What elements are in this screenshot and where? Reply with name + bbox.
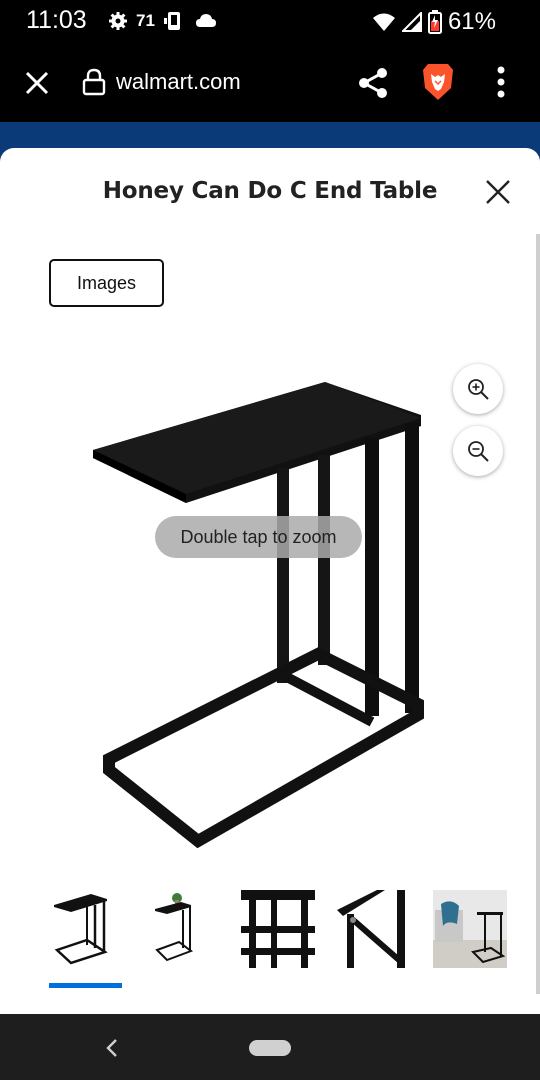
sheet-close-icon[interactable] — [484, 178, 512, 206]
thumbnail-4[interactable] — [337, 890, 411, 968]
thumbnail-5[interactable] — [433, 890, 507, 968]
home-pill-icon[interactable] — [249, 1040, 291, 1056]
status-temperature: 71 — [136, 11, 155, 30]
share-icon[interactable] — [356, 66, 390, 100]
url-text[interactable]: walmart.com — [116, 69, 241, 95]
signal-icon — [401, 12, 422, 32]
zoom-in-button[interactable] — [453, 364, 503, 414]
back-icon[interactable] — [104, 1036, 120, 1060]
thumbnail-corner-closeup-icon — [337, 890, 405, 968]
status-bar: 11:03 71 61% — [0, 0, 540, 44]
zoom-in-icon — [468, 379, 489, 400]
cloud-icon — [195, 14, 216, 27]
phone-icon — [163, 12, 180, 30]
images-tab-button[interactable]: Images — [49, 259, 164, 307]
status-left-icons: 71 — [108, 10, 217, 32]
thumbnail-strip — [49, 890, 507, 988]
thumbnail-room-scene-icon — [433, 890, 507, 968]
wifi-icon — [372, 13, 395, 31]
gear-icon — [109, 12, 127, 30]
zoom-out-button[interactable] — [453, 426, 503, 476]
thumbnail-legs-closeup-icon — [241, 890, 315, 968]
lock-icon — [82, 68, 106, 96]
thumbnail-table-icon — [54, 894, 108, 965]
more-vert-icon[interactable] — [496, 66, 506, 98]
image-viewer-sheet: Honey Can Do C End Table Images Double t… — [0, 148, 540, 1014]
browser-toolbar: walmart.com — [0, 44, 540, 122]
thumbnail-2[interactable] — [145, 890, 219, 968]
product-image[interactable] — [80, 373, 430, 848]
status-time: 11:03 — [26, 6, 87, 34]
system-nav-bar — [0, 1014, 540, 1080]
brave-lion-icon[interactable] — [420, 62, 456, 102]
thumbnail-1[interactable] — [49, 890, 123, 988]
thumbnail-3[interactable] — [241, 890, 315, 968]
scrollbar[interactable] — [536, 234, 540, 994]
close-icon[interactable] — [22, 68, 52, 98]
battery-icon — [427, 10, 442, 34]
thumbnail-table-plant-icon — [155, 893, 194, 962]
battery-percent: 61% — [447, 8, 496, 35]
zoom-out-icon — [468, 441, 489, 462]
sheet-title: Honey Can Do C End Table — [102, 178, 438, 204]
zoom-hint-toast: Double tap to zoom — [155, 516, 362, 558]
status-right: 61% — [372, 8, 496, 36]
